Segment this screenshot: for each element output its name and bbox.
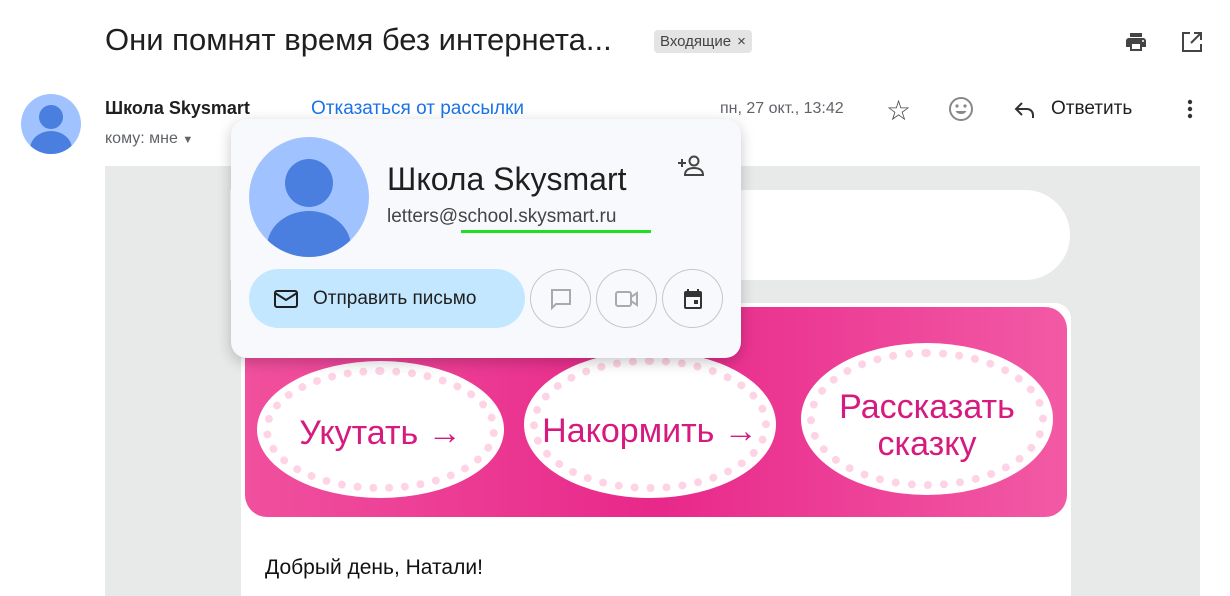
contact-avatar — [249, 137, 369, 257]
emoji-reaction-icon[interactable] — [947, 95, 975, 123]
recipients-text: кому: мне — [105, 130, 178, 147]
send-email-label: Отправить письмо — [313, 287, 477, 309]
contact-name: Школа Skysmart — [387, 161, 627, 197]
unsubscribe-link[interactable]: Отказаться от рассылки — [311, 98, 524, 120]
banner-text-2: Накормить → — [542, 412, 758, 450]
print-icon[interactable] — [1123, 30, 1149, 54]
contact-hovercard: Школа Skysmart letters@school.skysmart.r… — [231, 119, 741, 358]
email-underline-annotation — [461, 230, 651, 233]
label-text: Входящие — [660, 33, 732, 50]
recipients-toggle[interactable]: кому: мне ▼ — [105, 130, 193, 148]
reply-button[interactable]: Ответить — [1051, 98, 1132, 120]
more-options-icon[interactable] — [1185, 98, 1195, 120]
contact-email[interactable]: letters@school.skysmart.ru — [387, 206, 616, 228]
banner-text-1: Укутать → — [299, 414, 462, 452]
calendar-icon — [683, 288, 702, 309]
email-subject: Они помнят время без интернета... — [105, 22, 612, 57]
banner-text-3: Рассказать сказку — [839, 388, 1015, 464]
video-camera-icon — [614, 290, 638, 307]
dropdown-arrow-icon: ▼ — [182, 134, 194, 146]
chat-button[interactable] — [530, 269, 591, 328]
star-icon[interactable]: ☆ — [886, 94, 911, 127]
email-greeting: Добрый день, Натали! — [265, 556, 483, 579]
open-new-window-icon[interactable] — [1180, 30, 1204, 54]
remove-label-button[interactable]: × — [737, 33, 746, 50]
inbox-label[interactable]: Входящие × — [654, 30, 752, 53]
send-email-button[interactable]: Отправить письмо — [249, 269, 525, 328]
sender-name[interactable]: Школа Skysmart — [105, 98, 250, 119]
add-contact-icon[interactable] — [677, 153, 707, 179]
mail-icon — [274, 289, 298, 308]
email-date: пн, 27 окт., 13:42 — [720, 100, 844, 117]
schedule-event-button[interactable] — [662, 269, 723, 328]
reply-icon[interactable] — [1012, 98, 1038, 122]
chat-icon — [550, 288, 571, 310]
sender-avatar[interactable] — [21, 94, 81, 154]
video-call-button[interactable] — [596, 269, 657, 328]
